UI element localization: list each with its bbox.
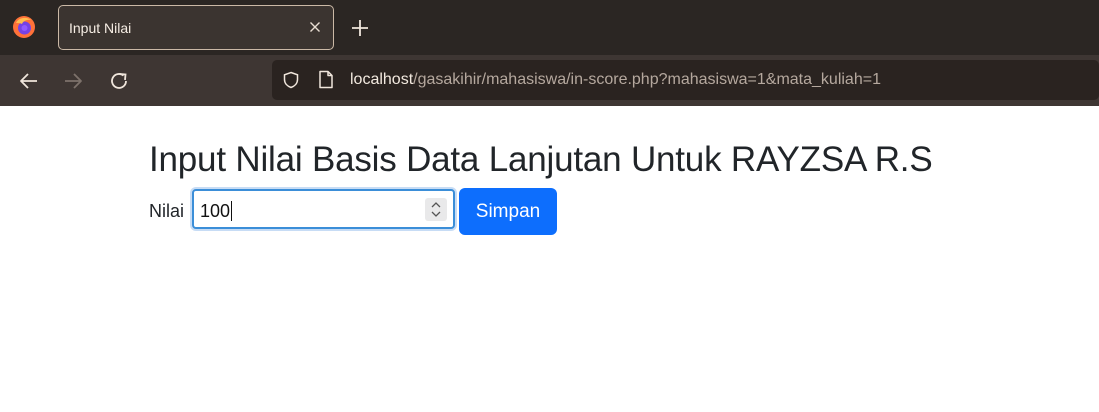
page-icon[interactable] [318, 70, 334, 89]
url-bar[interactable]: localhost/gasakihir/mahasiswa/in-score.p… [272, 60, 1099, 100]
arrow-left-icon[interactable] [18, 70, 40, 92]
shield-icon[interactable] [282, 71, 300, 89]
url-host: localhost [350, 71, 414, 88]
plus-icon[interactable] [350, 18, 370, 38]
nilai-input[interactable]: 100 [192, 189, 455, 229]
active-tab[interactable]: Input Nilai [58, 5, 334, 50]
firefox-icon[interactable] [12, 15, 36, 39]
url-path: /gasakihir/mahasiswa/in-score.php?mahasi… [413, 71, 881, 88]
simpan-button[interactable]: Simpan [459, 188, 557, 235]
tab-title: Input Nilai [69, 20, 132, 36]
arrow-right-icon[interactable] [62, 70, 84, 92]
close-icon[interactable] [307, 19, 323, 35]
url-text[interactable]: localhost/gasakihir/mahasiswa/in-score.p… [350, 71, 881, 89]
page-title: Input Nilai Basis Data Lanjutan Untuk RA… [149, 140, 933, 179]
browser-nav-bar: localhost/gasakihir/mahasiswa/in-score.p… [0, 55, 1099, 106]
nilai-label: Nilai [149, 201, 185, 221]
reload-icon[interactable] [108, 70, 130, 92]
browser-tab-bar: Input Nilai [0, 0, 1099, 55]
nilai-value: 100 [200, 201, 233, 221]
number-spinner-icon[interactable] [425, 198, 447, 221]
